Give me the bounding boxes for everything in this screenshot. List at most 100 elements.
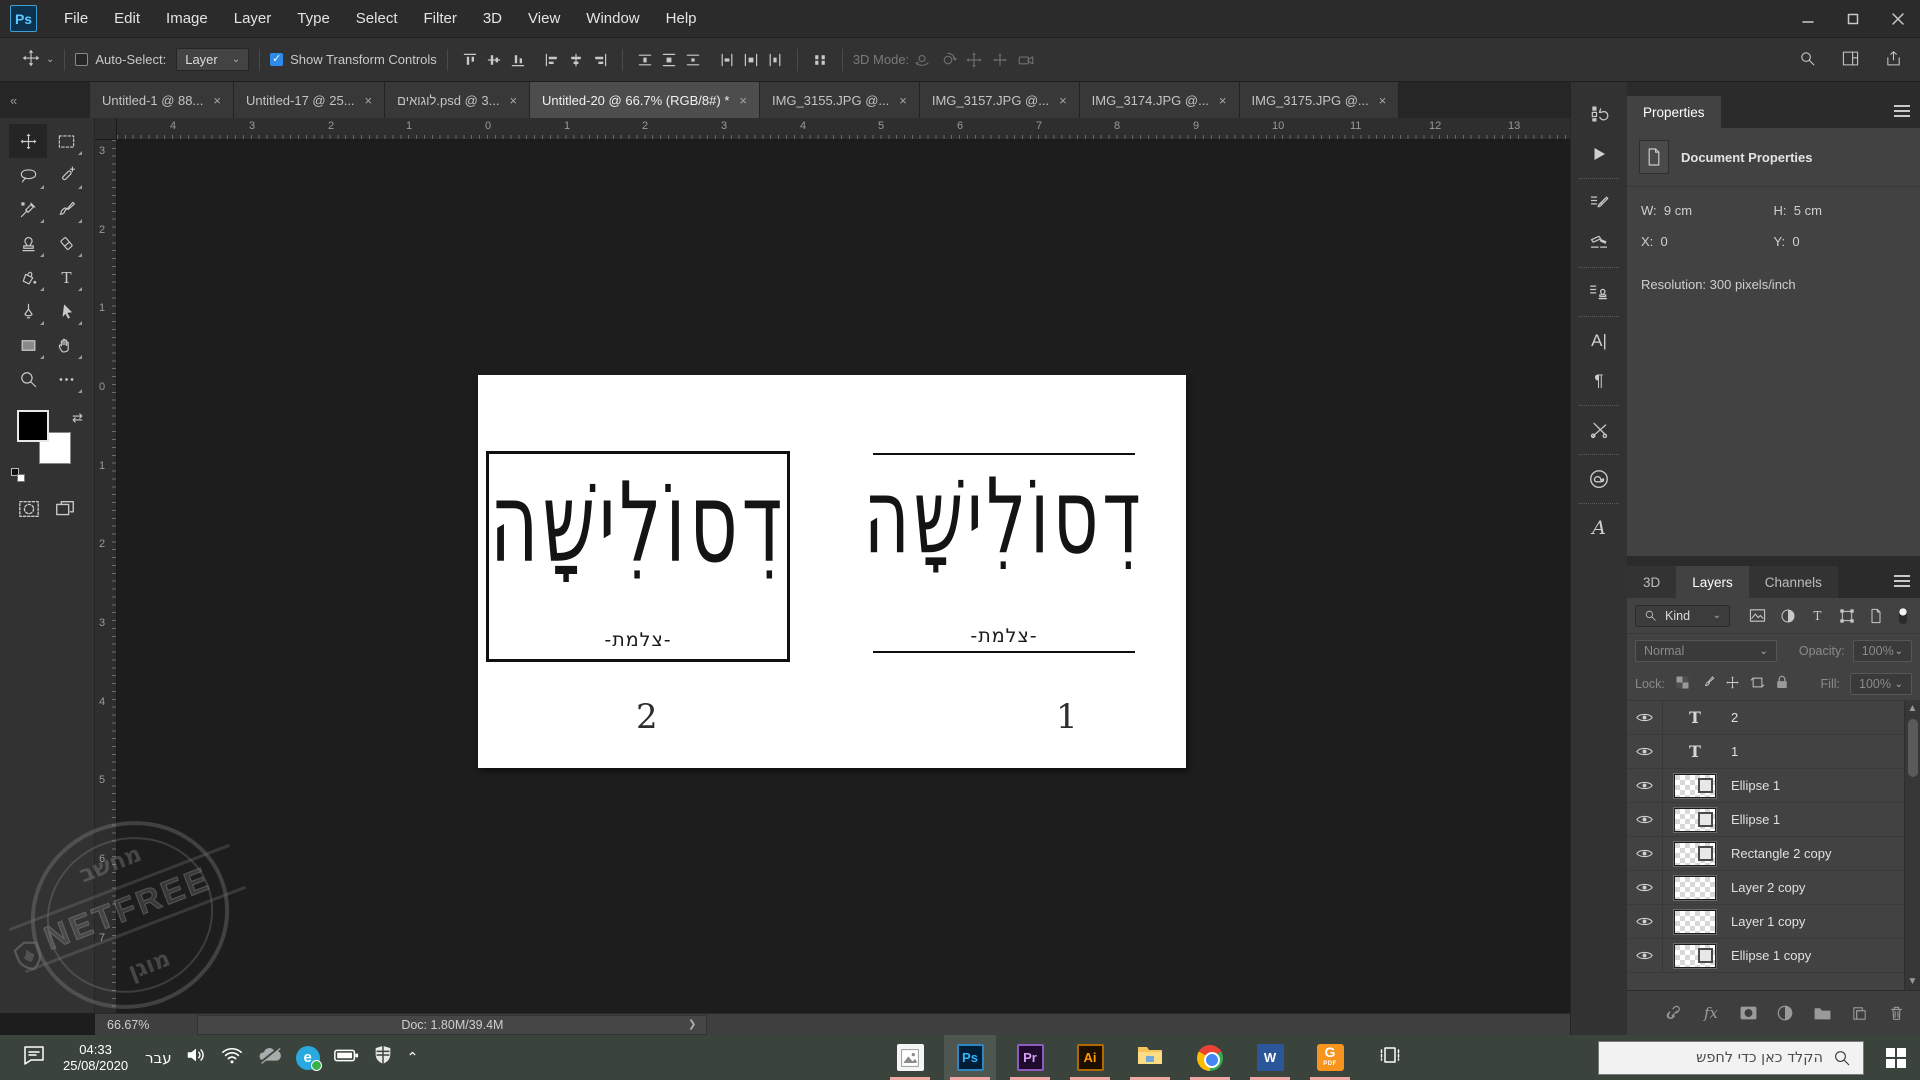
menu-3d[interactable]: 3D — [470, 2, 515, 35]
3d-camera-icon[interactable] — [1017, 51, 1035, 69]
delete-layer-icon[interactable] — [1886, 1004, 1906, 1022]
brush-settings-panel-icon[interactable] — [1579, 185, 1619, 221]
menu-image[interactable]: Image — [153, 2, 221, 35]
collapse-panels-icon[interactable]: « — [10, 93, 90, 108]
more-tools-icon[interactable] — [47, 362, 85, 396]
tab-close-icon[interactable]: × — [1379, 93, 1387, 108]
tab-layers[interactable]: Layers — [1676, 566, 1749, 598]
blend-mode-dropdown[interactable]: Normal ⌄ — [1635, 640, 1777, 662]
width-value[interactable]: 9 cm — [1664, 203, 1692, 218]
y-value[interactable]: 0 — [1792, 234, 1799, 249]
document-tab[interactable]: Untitled-20 @ 66.7% (RGB/8#) *× — [530, 82, 760, 118]
layer-name[interactable]: 2 — [1731, 710, 1738, 725]
show-hidden-icons-chevron[interactable]: ⌃ — [407, 1049, 419, 1066]
move-tool-option-icon[interactable] — [22, 49, 40, 70]
layer-row[interactable]: Ellipse 1 — [1627, 769, 1920, 803]
tool-presets-panel-icon[interactable] — [1579, 412, 1619, 448]
document-info-field[interactable]: Doc: 1.80M/39.4M ❯ — [197, 1015, 707, 1035]
actions-panel-icon[interactable] — [1579, 136, 1619, 172]
layer-name[interactable]: 1 — [1731, 744, 1738, 759]
align-top-edges-icon[interactable] — [462, 52, 478, 68]
layer-name[interactable]: Ellipse 1 copy — [1731, 948, 1811, 963]
link-layers-icon[interactable] — [1664, 1004, 1684, 1023]
tab-close-icon[interactable]: × — [1059, 93, 1067, 108]
filtering-toggle-icon[interactable] — [1897, 607, 1909, 625]
add-layer-mask-icon[interactable] — [1738, 1005, 1758, 1021]
rectangle-tool[interactable] — [9, 328, 47, 362]
taskbar-premiere-app[interactable]: Pr — [1004, 1035, 1056, 1080]
layer-visibility-toggle[interactable] — [1627, 735, 1663, 768]
status-options-chevron[interactable]: ❯ — [688, 1019, 696, 1030]
clone-stamp-tool[interactable] — [9, 226, 47, 260]
layer-filter-dropdown[interactable]: Kind ⌄ — [1635, 605, 1730, 627]
close-button[interactable] — [1875, 0, 1920, 38]
layer-visibility-toggle[interactable] — [1627, 939, 1663, 972]
lasso-tool[interactable] — [9, 158, 47, 192]
layer-name[interactable]: Layer 1 copy — [1731, 914, 1805, 929]
layer-thumbnail[interactable] — [1674, 774, 1716, 798]
x-value[interactable]: 0 — [1661, 234, 1668, 249]
lock-position-icon[interactable] — [1725, 675, 1740, 693]
distribute-horizontal-centers-icon[interactable] — [743, 52, 759, 68]
menu-filter[interactable]: Filter — [411, 2, 470, 35]
pen-tool[interactable] — [9, 294, 47, 328]
tab-close-icon[interactable]: × — [213, 93, 221, 108]
layer-thumbnail[interactable] — [1674, 876, 1716, 900]
3d-roll-icon[interactable] — [939, 51, 957, 69]
filter-shape-layers-icon[interactable] — [1839, 608, 1855, 624]
distribute-right-edges-icon[interactable] — [767, 52, 783, 68]
menu-select[interactable]: Select — [343, 2, 411, 35]
align-bottom-edges-icon[interactable] — [510, 52, 526, 68]
lock-transparent-pixels-icon[interactable] — [1675, 675, 1690, 693]
layer-thumbnail[interactable] — [1674, 910, 1716, 934]
tab-close-icon[interactable]: × — [739, 93, 747, 108]
default-colors-icon[interactable] — [11, 468, 25, 482]
menu-view[interactable]: View — [515, 2, 573, 35]
tab-channels[interactable]: Channels — [1749, 566, 1838, 598]
layer-visibility-toggle[interactable] — [1627, 803, 1663, 836]
hand-tool[interactable] — [47, 328, 85, 362]
distribute-left-edges-icon[interactable] — [719, 52, 735, 68]
filter-pixel-layers-icon[interactable] — [1749, 608, 1766, 623]
new-group-icon[interactable] — [1812, 1005, 1832, 1021]
ruler-origin-corner[interactable] — [95, 118, 117, 140]
layer-row[interactable]: Ellipse 1 — [1627, 803, 1920, 837]
filter-smart-objects-icon[interactable] — [1869, 608, 1883, 624]
document-tab[interactable]: IMG_3175.JPG @...× — [1240, 82, 1400, 118]
swap-colors-icon[interactable]: ⇄ — [72, 410, 83, 426]
layer-name[interactable]: Rectangle 2 copy — [1731, 846, 1831, 861]
brush-tool[interactable] — [47, 192, 85, 226]
defender-shield-icon[interactable] — [372, 1044, 394, 1071]
filter-type-layers-icon[interactable]: T — [1810, 608, 1825, 624]
layer-visibility-toggle[interactable] — [1627, 837, 1663, 870]
layer-row[interactable]: Ellipse 1 copy — [1627, 939, 1920, 973]
taskbar-illustrator-app[interactable]: Ai — [1064, 1035, 1116, 1080]
taskbar-gaaiho-pdf-app[interactable]: GPDF — [1304, 1035, 1356, 1080]
workspace-switcher-icon[interactable] — [1842, 50, 1859, 70]
document-tab[interactable]: IMG_3155.JPG @...× — [760, 82, 920, 118]
taskbar-file-explorer-app[interactable] — [1124, 1035, 1176, 1080]
minimize-button[interactable] — [1785, 0, 1830, 38]
menu-type[interactable]: Type — [284, 2, 343, 35]
layer-thumbnail[interactable] — [1674, 944, 1716, 968]
document-tab[interactable]: IMG_3174.JPG @...× — [1080, 82, 1240, 118]
align-horizontal-centers-icon[interactable] — [568, 52, 584, 68]
menu-window[interactable]: Window — [573, 2, 652, 35]
layer-visibility-toggle[interactable] — [1627, 871, 1663, 904]
eset-antivirus-icon[interactable]: e — [296, 1046, 320, 1070]
show-transform-checkbox[interactable] — [270, 53, 283, 66]
auto-select-target-dropdown[interactable]: Layer ⌄ — [176, 48, 249, 71]
scroll-down-icon[interactable]: ▼ — [1908, 974, 1918, 990]
panel-menu-icon[interactable] — [1894, 575, 1910, 587]
foreground-color-swatch[interactable] — [17, 410, 49, 442]
menu-file[interactable]: File — [51, 2, 101, 35]
brushes-panel-icon[interactable] — [1579, 225, 1619, 261]
glyphs-panel-icon[interactable]: A — [1579, 510, 1619, 546]
share-icon[interactable] — [1885, 50, 1902, 70]
tab-close-icon[interactable]: × — [509, 93, 517, 108]
rectangular-marquee-tool[interactable] — [47, 124, 85, 158]
clone-source-panel-icon[interactable] — [1579, 274, 1619, 310]
path-selection-tool[interactable] — [47, 294, 85, 328]
volume-icon[interactable] — [185, 1044, 207, 1071]
start-button[interactable] — [1872, 1035, 1920, 1080]
